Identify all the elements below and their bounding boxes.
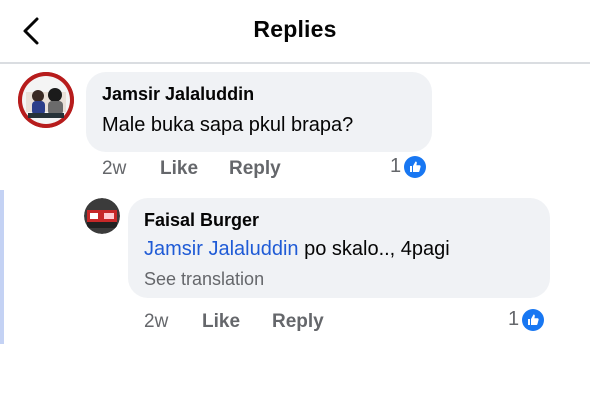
reply-author[interactable]: Faisal Burger xyxy=(144,210,259,231)
like-count[interactable]: 1 xyxy=(390,155,427,178)
comment-text: Male buka sapa pkul brapa? xyxy=(102,114,354,136)
reply-like-count[interactable]: 1 xyxy=(508,308,545,331)
reply-like-count-value: 1 xyxy=(508,308,520,330)
header: Replies xyxy=(0,0,590,62)
comment-time[interactable]: 2w xyxy=(102,158,126,180)
reply-time[interactable]: 2w xyxy=(144,311,168,333)
reply-like-button[interactable]: Like xyxy=(202,311,240,333)
mention-link[interactable]: Jamsir Jalaluddin xyxy=(144,238,299,260)
reply-reply-button[interactable]: Reply xyxy=(272,311,324,333)
reply-text: Jamsir Jalaluddin po skalo.., 4pagi xyxy=(144,238,450,261)
avatar[interactable] xyxy=(18,72,74,128)
thumbs-up-icon xyxy=(404,155,427,178)
reply-message: po skalo.., 4pagi xyxy=(298,238,450,260)
reply-button[interactable]: Reply xyxy=(229,158,281,180)
comment-author[interactable]: Jamsir Jalaluddin xyxy=(102,84,254,105)
like-count-value: 1 xyxy=(390,155,402,177)
see-translation-link[interactable]: See translation xyxy=(144,269,264,290)
page-title: Replies xyxy=(253,16,337,42)
reply-thumbs-up-icon xyxy=(522,308,545,331)
thread-indicator xyxy=(0,190,4,344)
header-divider xyxy=(0,62,590,64)
page-bottom xyxy=(0,344,590,408)
reply-avatar[interactable] xyxy=(84,198,120,234)
like-button[interactable]: Like xyxy=(160,158,198,180)
